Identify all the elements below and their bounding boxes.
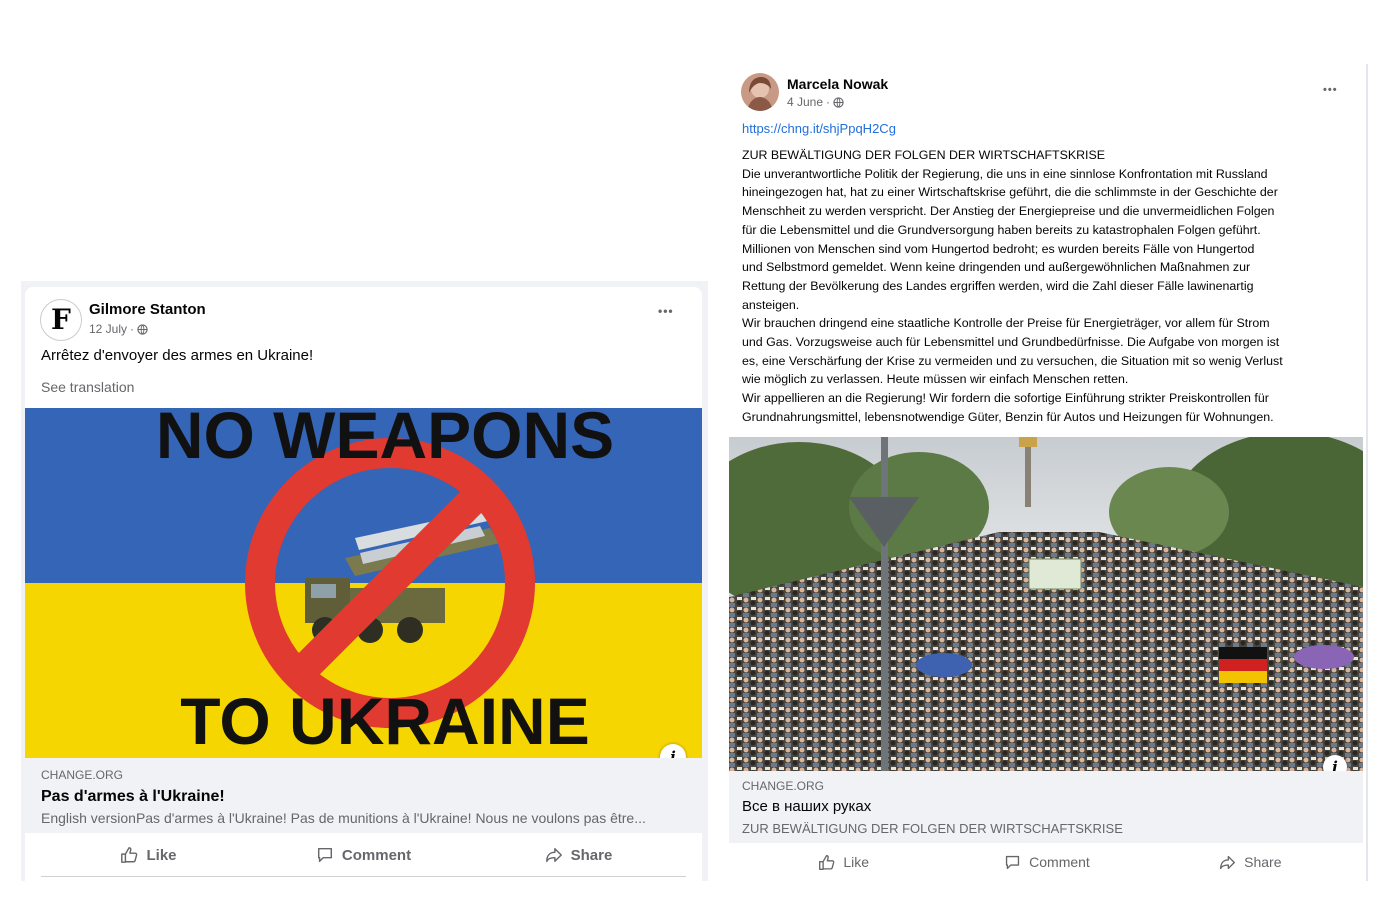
body-line: es, eine Verschärfung der Krise zu verme…	[742, 353, 1283, 368]
poster-top-text: NO WEAPONS	[156, 408, 614, 472]
comment-label: Comment	[341, 846, 412, 864]
see-translation-link[interactable]: See translation	[41, 379, 134, 395]
flag-black	[1219, 647, 1267, 659]
post-image[interactable]: NO WEAPONS TO UKRAINE	[25, 408, 702, 758]
post-url-link[interactable]: https://chng.it/shjPpqH2Cg	[742, 121, 896, 136]
flag-gold	[1219, 671, 1267, 683]
globe-icon	[137, 323, 148, 335]
flag-red	[1219, 659, 1267, 671]
comment-icon	[1006, 855, 1020, 869]
body-line: Menschheit zu werden verspricht. Der Ans…	[742, 204, 1275, 219]
link-preview[interactable]: CHANGE.ORG Pas d'armes à l'Ukraine! Engl…	[25, 758, 702, 833]
body-line: Millionen von Menschen sind vom Hungerto…	[742, 241, 1255, 256]
share-button[interactable]: Share	[1149, 845, 1352, 879]
post-menu-button[interactable]: •••	[1323, 84, 1338, 96]
link-preview[interactable]: CHANGE.ORG Все в наших руках ZUR BEWÄLTI…	[729, 771, 1363, 843]
post-meta: 4 June ·	[787, 95, 844, 109]
comment-icon	[317, 847, 332, 863]
post-image[interactable]	[729, 437, 1363, 771]
body-line: Wir brauchen dringend eine staatliche Ko…	[742, 316, 1270, 331]
comment-button[interactable]: Comment	[256, 837, 471, 873]
like-label: Like	[146, 846, 177, 864]
post-date[interactable]: 4 June	[787, 95, 823, 109]
no-weapons-poster: NO WEAPONS TO UKRAINE	[25, 408, 702, 758]
thumbs-up-icon	[819, 854, 835, 870]
share-button[interactable]: Share	[471, 837, 686, 873]
body-line: wie möglich zu verlassen. Heute müssen w…	[742, 372, 1129, 387]
post-date[interactable]: 12 July	[89, 322, 127, 336]
link-domain: CHANGE.ORG	[41, 768, 124, 782]
like-label: Like	[843, 854, 869, 870]
link-title[interactable]: Все в наших руках	[742, 798, 871, 815]
post-author[interactable]: Gilmore Stanton	[89, 301, 206, 318]
avatar-logo: F	[51, 303, 71, 336]
share-label: Share	[1244, 854, 1282, 870]
body-line: Rettung der Bevölkerung des Landes ergri…	[742, 278, 1254, 293]
post-menu-button[interactable]: •••	[658, 304, 674, 318]
body-line: hineingezogen hat, hat zu einer Wirtscha…	[742, 185, 1278, 200]
share-icon	[545, 847, 562, 863]
post-body: ZUR BEWÄLTIGUNG DER FOLGEN DER WIRTSCHAF…	[742, 146, 1362, 427]
body-line: ansteigen.	[742, 297, 800, 312]
body-line: ZUR BEWÄLTIGUNG DER FOLGEN DER WIRTSCHAF…	[742, 148, 1106, 162]
post-actions: Like Comment Share	[41, 837, 686, 873]
link-description: English versionPas d'armes à l'Ukraine! …	[41, 810, 646, 826]
post-text: Arrêtez d'envoyer des armes en Ukraine!	[41, 347, 314, 364]
post-author[interactable]: Marcela Nowak	[787, 76, 888, 92]
meta-separator: ·	[130, 322, 135, 336]
poster-bottom-text: TO UKRAINE	[180, 684, 589, 758]
share-icon	[1220, 855, 1236, 869]
share-label: Share	[570, 846, 613, 864]
link-domain: CHANGE.ORG	[742, 779, 825, 793]
thumbs-up-icon	[121, 847, 138, 863]
avatar[interactable]	[741, 73, 779, 111]
facebook-post-marcela: Marcela Nowak 4 June · ••• https://chng.…	[729, 64, 1368, 881]
link-description: ZUR BEWÄLTIGUNG DER FOLGEN DER WIRTSCHAF…	[742, 821, 1123, 836]
crowd-photo	[729, 437, 1363, 771]
like-button[interactable]: Like	[41, 837, 256, 873]
body-line: Wir appellieren an die Regierung! Wir fo…	[742, 391, 1269, 406]
post-meta: 12 July ·	[89, 322, 148, 336]
like-button[interactable]: Like	[742, 845, 945, 879]
comment-button[interactable]: Comment	[945, 845, 1148, 879]
body-line: und Gas. Vorzugsweise auch für Lebensmit…	[742, 335, 1280, 350]
comment-label: Comment	[1029, 854, 1090, 870]
post-actions: Like Comment Share	[742, 845, 1352, 879]
body-line: und Selbstmord gemeldet. Wenn keine drin…	[742, 260, 1251, 275]
body-line: Grundnahrungsmittel, lebensnotwendige Gü…	[742, 409, 1274, 424]
body-line: für die Lebensmittel und die Grundversor…	[742, 222, 1261, 237]
avatar[interactable]: F	[40, 299, 82, 341]
link-title[interactable]: Pas d'armes à l'Ukraine!	[41, 788, 225, 806]
globe-icon	[833, 96, 844, 108]
facebook-post-gilmore: F Gilmore Stanton 12 July · ••• Arrêtez …	[25, 287, 702, 881]
avatar-photo	[741, 73, 779, 111]
body-line: Die unverantwortliche Politik der Regier…	[742, 166, 1268, 181]
meta-separator: ·	[826, 95, 831, 109]
bottom-divider	[41, 876, 686, 877]
